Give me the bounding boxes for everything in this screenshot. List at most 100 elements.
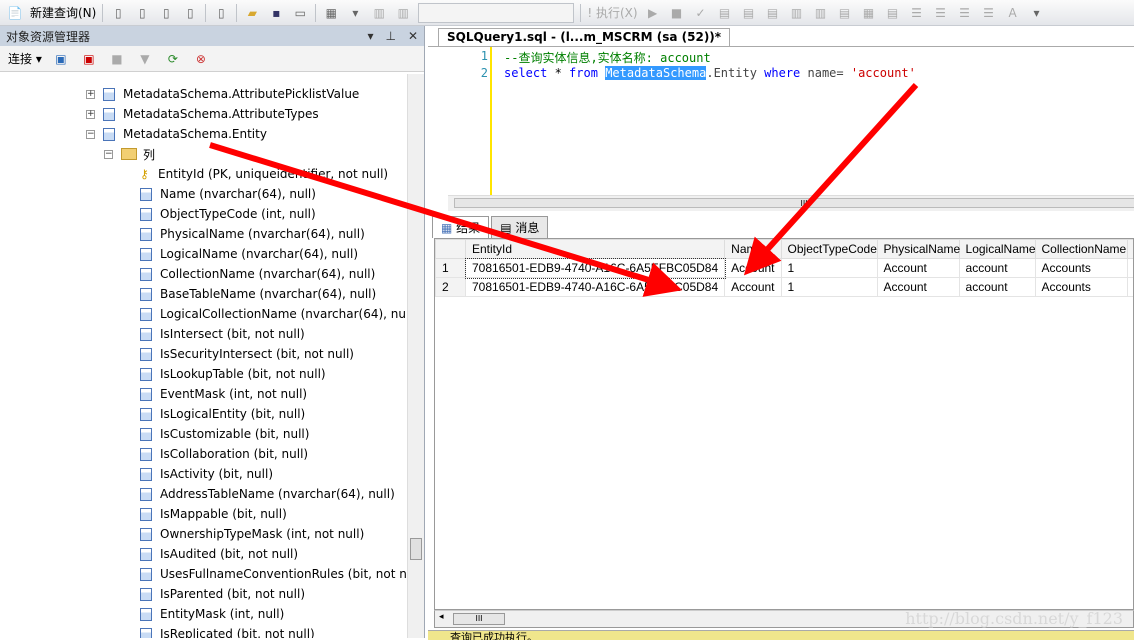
scroll-left-icon[interactable]: ◂ [439,612,444,622]
stop-icon[interactable]: ■ [668,4,686,22]
open-folder-icon[interactable]: ▰ [243,4,261,22]
filter-icon[interactable]: ▼ [136,50,154,68]
dmx-query-icon[interactable]: ▯ [157,4,175,22]
toolbar-overflow-icon[interactable]: ▾ [346,4,364,22]
table-cell[interactable]: Account [877,278,959,297]
results-to-text-icon[interactable]: ▤ [836,4,854,22]
tree-item[interactable]: IsSecurityIntersect (bit, not null) [140,344,354,364]
tree-item[interactable]: IsActivity (bit, null) [140,464,273,484]
new-query-button[interactable]: 新建查询(N) [30,4,96,21]
tree-item[interactable]: −列 [104,144,155,164]
xmla-query-icon[interactable]: ▯ [181,4,199,22]
table-cell[interactable]: Accounts [1035,259,1127,278]
tree-item[interactable]: UsesFullnameConventionRules (bit, not nu… [140,564,408,584]
tree-item[interactable]: IsAudited (bit, not null) [140,544,298,564]
table-cell[interactable]: Accounts [1035,278,1127,297]
tree-item[interactable]: IsLookupTable (bit, not null) [140,364,326,384]
tree-item[interactable]: AddressTableName (nvarchar(64), null) [140,484,395,504]
estimated-plan-icon[interactable]: ▤ [740,4,758,22]
tree-item[interactable]: OwnershipTypeMask (int, not null) [140,524,364,544]
specify-values-icon[interactable]: A [1004,4,1022,22]
tree-item[interactable]: EntityMask (int, null) [140,604,284,624]
column-header[interactable]: LogicalName [959,240,1035,259]
table-cell[interactable]: account [959,259,1035,278]
connect-dropdown[interactable]: 连接 ▾ [8,50,42,67]
tree-item[interactable]: CollectionName (nvarchar(64), null) [140,264,375,284]
table-cell[interactable]: 1 [781,259,877,278]
save-icon[interactable]: ▪ [267,4,285,22]
pin-icon[interactable]: ⊥ [385,29,395,43]
stop-icon[interactable]: ■ [108,50,126,68]
column-header[interactable]: EntityId [466,240,725,259]
connect-server-icon[interactable]: ▣ [52,50,70,68]
tree-item[interactable]: EventMask (int, not null) [140,384,307,404]
mdx-query-icon[interactable]: ▯ [133,4,151,22]
disconnect-icon[interactable]: ▣ [80,50,98,68]
print-icon[interactable]: ▭ [291,4,309,22]
indent-icon[interactable]: ☰ [980,4,998,22]
actual-plan-icon[interactable]: ▥ [788,4,806,22]
editor-horizontal-scrollbar[interactable]: III [448,195,1134,211]
database-select[interactable] [418,3,574,23]
uncomment-icon[interactable]: ☰ [932,4,950,22]
column-header[interactable] [436,240,466,259]
outdent-icon[interactable]: ☰ [956,4,974,22]
collapse-icon[interactable]: − [86,130,95,139]
tree-item[interactable]: −MetadataSchema.Entity [86,124,267,144]
connect-icon[interactable]: ▥ [370,4,388,22]
table-cell[interactable]: account [959,278,1035,297]
tab-results[interactable]: ▦ 结果 [432,216,489,238]
scrollbar-thumb[interactable]: III [454,198,1134,208]
activity-monitor-icon[interactable]: ▦ [322,4,340,22]
grid-horizontal-scrollbar[interactable]: ◂ III http://blog.csdn.net/y_f123 [434,610,1134,628]
collapse-icon[interactable]: − [104,150,113,159]
table-cell[interactable]: Acco [1127,278,1134,297]
debug-icon[interactable]: ▶ [644,4,662,22]
table-cell[interactable]: 1 [781,278,877,297]
tree-vertical-scrollbar[interactable] [407,74,424,638]
sql-editor[interactable]: 1 --查询实体信息,实体名称: account 2 select * from… [428,46,1134,196]
tab-messages[interactable]: ▤ 消息 [491,216,548,238]
tree-item[interactable]: PhysicalName (nvarchar(64), null) [140,224,365,244]
tree-item[interactable]: IsCustomizable (bit, null) [140,424,309,444]
query-design-icon[interactable]: ▤ [716,4,734,22]
close-icon[interactable]: ✕ [408,29,418,43]
mobile-query-icon[interactable]: ▯ [212,4,230,22]
tree-item[interactable]: IsLogicalEntity (bit, null) [140,404,305,424]
tree-item[interactable]: +MetadataSchema.AttributeTypes [86,104,319,124]
tree-item[interactable]: BaseTableName (nvarchar(64), null) [140,284,376,304]
tree-item[interactable]: IsCollaboration (bit, null) [140,444,308,464]
column-header[interactable]: PhysicalName [877,240,959,259]
table-cell[interactable]: Account [877,259,959,278]
tree-item[interactable]: IsReplicated (bit, not null) [140,624,315,638]
comment-icon[interactable]: ☰ [908,4,926,22]
tree-item[interactable]: +MetadataSchema.AttributePicklistValue [86,84,359,104]
dropdown-icon[interactable]: ▾ [367,29,373,43]
table-cell[interactable]: 70816501-EDB9-4740-A16C-6A5EFBC05D84 [466,259,725,278]
tree-item[interactable]: LogicalCollectionName (nvarchar(64), nul… [140,304,408,324]
intellisense-icon[interactable]: ▤ [764,4,782,22]
tree-item[interactable]: IsIntersect (bit, not null) [140,324,305,344]
row-number[interactable]: 1 [436,259,466,278]
tree-item[interactable]: LogicalName (nvarchar(64), null) [140,244,358,264]
database-query-icon[interactable]: ▯ [109,4,127,22]
table-cell[interactable]: Account [725,278,781,297]
results-to-grid-icon[interactable]: ▦ [860,4,878,22]
row-number[interactable]: 2 [436,278,466,297]
column-header[interactable]: ObjectTypeCode [781,240,877,259]
clear-icon[interactable]: ⊗ [192,50,210,68]
change-connection-icon[interactable]: ▥ [394,4,412,22]
tree-item[interactable]: Name (nvarchar(64), null) [140,184,316,204]
scrollbar-thumb[interactable]: III [453,613,505,625]
results-to-file-icon[interactable]: ▤ [884,4,902,22]
table-cell[interactable]: 70816501-EDB9-4740-A16C-6A5EFBC05D84 [466,278,725,297]
scrollbar-thumb[interactable] [410,538,422,560]
execute-button[interactable]: ! 执行(X) [587,4,637,21]
expand-icon[interactable]: + [86,90,95,99]
tree-item[interactable]: IsParented (bit, not null) [140,584,305,604]
column-header[interactable]: Name [725,240,781,259]
table-cell[interactable]: Account [725,259,781,278]
parse-check-icon[interactable]: ✓ [692,4,710,22]
tree-item[interactable]: ObjectTypeCode (int, null) [140,204,316,224]
column-header[interactable]: BaseT [1127,240,1134,259]
